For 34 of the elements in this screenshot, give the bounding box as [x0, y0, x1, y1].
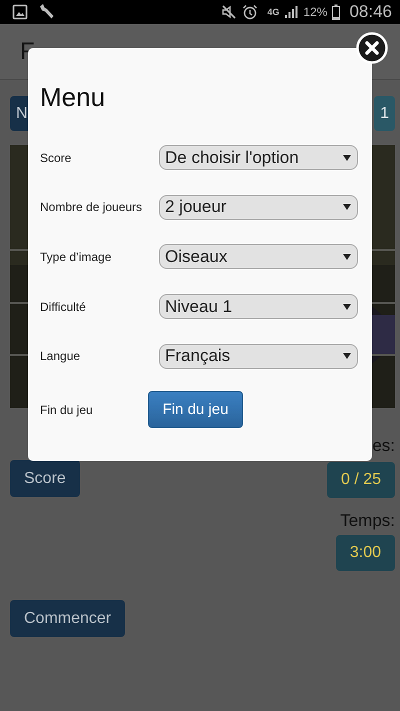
dialog-title: Menu — [40, 81, 106, 114]
start-button[interactable]: Commencer — [10, 600, 126, 637]
moves-counter: 0 / 25 — [326, 462, 395, 498]
dropdown[interactable]: De choisir l'option — [159, 145, 358, 170]
wrench-icon — [38, 3, 56, 21]
caret-icon — [343, 254, 351, 260]
timer-display: 3:00 — [336, 535, 395, 571]
dropdown[interactable]: 2 joueur — [159, 194, 358, 220]
network-type: 4G — [267, 7, 280, 17]
image-icon — [12, 4, 28, 20]
mute-icon — [221, 4, 238, 20]
score-button[interactable]: Score — [10, 460, 80, 497]
signal-icon — [284, 5, 298, 19]
battery-percentage: 12% — [303, 5, 328, 19]
toolbar-button[interactable]: 1 — [374, 96, 395, 131]
caret-icon — [343, 204, 351, 210]
moves-label: es: — [371, 436, 395, 457]
caret-icon — [343, 304, 351, 310]
dropdown[interactable]: Oiseaux — [159, 244, 358, 270]
field-label: Difficulté — [40, 300, 87, 314]
clock: 08:46 — [349, 2, 392, 22]
field-label: Langue — [40, 349, 82, 364]
dropdown[interactable]: Niveau 1 — [159, 294, 358, 320]
field-label: Type d’image — [40, 250, 112, 264]
battery-icon — [332, 4, 340, 20]
dropdown[interactable]: Français — [159, 344, 358, 369]
caret-icon — [343, 154, 351, 161]
caret-icon — [343, 353, 351, 360]
field-label: Fin du jeu — [40, 402, 94, 417]
end-game-button[interactable]: Fin du jeu — [148, 391, 243, 428]
field-label: Score — [40, 150, 72, 165]
field-label: Nombre de joueurs — [40, 200, 144, 214]
alarm-icon — [242, 4, 258, 20]
time-label: Temps: — [339, 511, 395, 532]
